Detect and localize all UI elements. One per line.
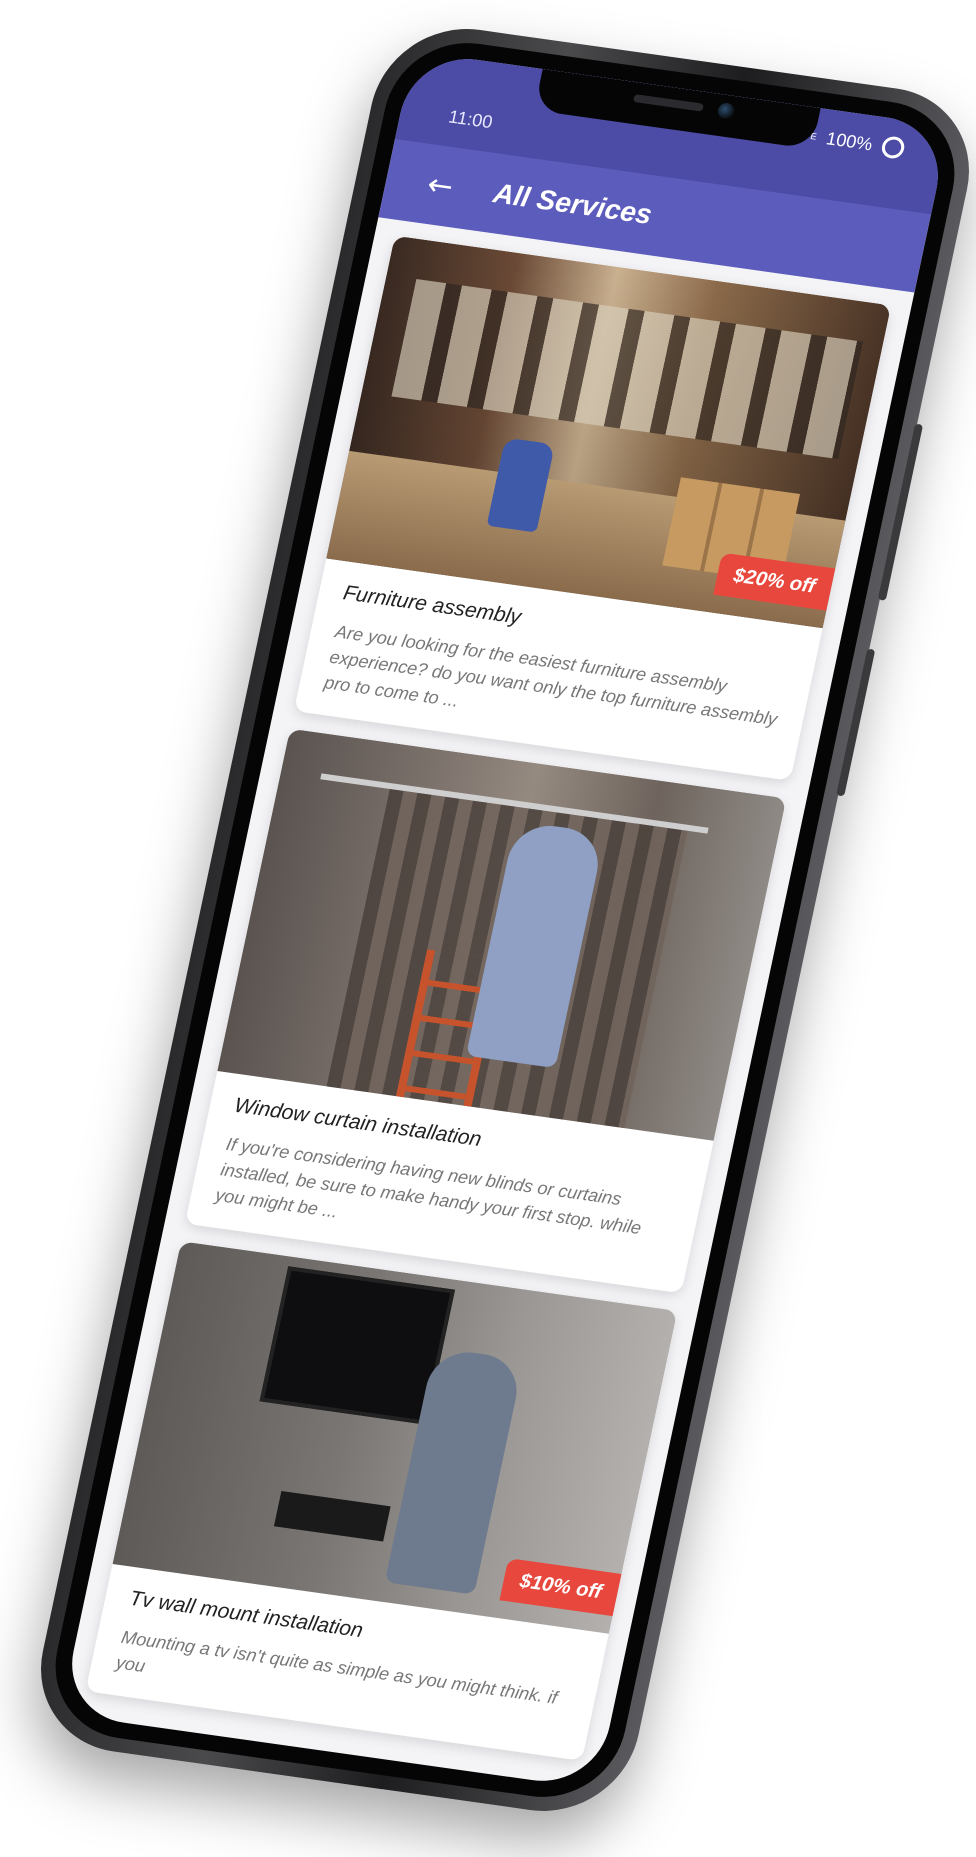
service-image-curtain (217, 728, 787, 1141)
page-title: All Services (490, 177, 655, 230)
screen: 11:00 LTE 100% ← All Services (60, 50, 950, 1790)
stage: 11:00 LTE 100% ← All Services (0, 0, 976, 1857)
status-time: 11:00 (446, 106, 495, 133)
image-windows (391, 278, 864, 460)
service-image-tv: $10% off (112, 1241, 678, 1634)
service-card-furniture[interactable]: $20% off Furniture assembly Are you look… (293, 235, 892, 781)
arrow-left-icon[interactable]: ← (417, 166, 464, 206)
front-camera (716, 101, 736, 120)
service-card-tv[interactable]: $10% off Tv wall mount installation Moun… (85, 1241, 678, 1761)
battery-icon (879, 135, 907, 160)
battery-percent: 100% (824, 127, 875, 154)
image-receiver (273, 1490, 391, 1542)
phone-mockup: 11:00 LTE 100% ← All Services (24, 17, 976, 1823)
speaker-grille (632, 94, 705, 112)
service-card-curtain[interactable]: Window curtain installation If you're co… (184, 728, 787, 1294)
service-image-furniture: $20% off (326, 235, 892, 629)
discount-badge: $10% off (499, 1558, 622, 1617)
